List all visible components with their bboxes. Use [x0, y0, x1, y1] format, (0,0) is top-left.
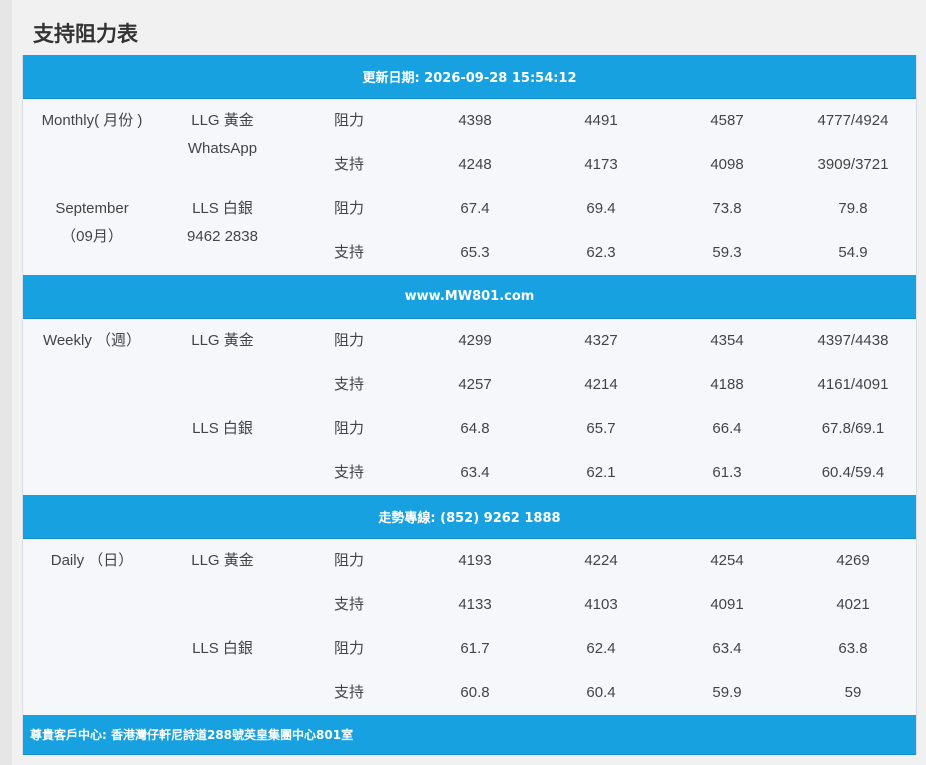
- table-row: 阻力 4193 4224 4254 4269: [23, 539, 916, 583]
- level-value: 4173: [584, 156, 618, 173]
- level-type: 支持: [333, 464, 364, 481]
- level-value: 3909/3721: [817, 156, 889, 173]
- level-value: 59.9: [712, 684, 742, 701]
- table-row: 阻力 64.8 65.7 66.4 67.8/69.1: [23, 407, 916, 451]
- level-value: 61.3: [712, 464, 742, 481]
- level-value: 4327: [584, 332, 618, 349]
- level-value: 54.9: [838, 244, 868, 261]
- level-value: 4269: [836, 552, 870, 569]
- level-type: 支持: [333, 156, 364, 173]
- table-row: 支持 4248 4173 4098 3909/3721: [23, 143, 916, 187]
- level-type: 支持: [333, 244, 364, 261]
- level-type: 阻力: [333, 112, 364, 129]
- support-resistance-table: 更新日期: 2026-09-28 15:54:12 Monthly( 月份 ) …: [22, 55, 917, 755]
- monthly-section: Monthly( 月份 ) LLG 黃金 WhatsApp September …: [23, 99, 916, 275]
- level-type: 阻力: [333, 640, 364, 657]
- level-value: 4257: [458, 376, 492, 393]
- level-value: 4254: [710, 552, 744, 569]
- level-value: 60.4/59.4: [821, 464, 885, 481]
- weekly-section: Weekly （週） LLG 黃金 LLS 白銀 阻力 4299 4327 43…: [23, 319, 916, 495]
- level-type: 支持: [333, 596, 364, 613]
- table-row: 支持 63.4 62.1 61.3 60.4/59.4: [23, 451, 916, 495]
- level-value: 4133: [458, 596, 492, 613]
- level-value: 67.8/69.1: [821, 420, 885, 437]
- level-value: 4224: [584, 552, 618, 569]
- level-value: 66.4: [712, 420, 742, 437]
- level-type: 支持: [333, 376, 364, 393]
- level-value: 4091: [710, 596, 744, 613]
- level-value: 4021: [836, 596, 870, 613]
- level-value: 63.8: [838, 640, 868, 657]
- level-value: 59.3: [712, 244, 742, 261]
- level-value: 61.7: [460, 640, 490, 657]
- level-value: 67.4: [460, 200, 490, 217]
- level-value: 62.3: [586, 244, 616, 261]
- level-value: 64.8: [460, 420, 490, 437]
- table-row: 阻力 61.7 62.4 63.4 63.8: [23, 627, 916, 671]
- level-value: 4354: [710, 332, 744, 349]
- level-value: 4098: [710, 156, 744, 173]
- level-value: 60.8: [460, 684, 490, 701]
- level-value: 69.4: [586, 200, 616, 217]
- table-row: 支持 65.3 62.3 59.3 54.9: [23, 231, 916, 275]
- daily-section: Daily （日） LLG 黃金 LLS 白銀 阻力 4193 4224 425…: [23, 539, 916, 715]
- table-row: 支持 4257 4214 4188 4161/4091: [23, 363, 916, 407]
- level-value: 4214: [584, 376, 618, 393]
- level-value: 59: [844, 684, 862, 701]
- level-value: 4299: [458, 332, 492, 349]
- level-value: 4103: [584, 596, 618, 613]
- level-type: 阻力: [333, 420, 364, 437]
- level-type: 阻力: [333, 200, 364, 217]
- level-type: 阻力: [333, 552, 364, 569]
- level-value: 4491: [584, 112, 618, 129]
- level-value: 4397/4438: [817, 332, 889, 349]
- level-value: 65.7: [586, 420, 616, 437]
- level-value: 4248: [458, 156, 492, 173]
- table-row: 阻力 4398 4491 4587 4777/4924: [23, 99, 916, 143]
- table-row: 支持 4133 4103 4091 4021: [23, 583, 916, 627]
- level-value: 62.4: [586, 640, 616, 657]
- level-value: 65.3: [460, 244, 490, 261]
- level-value: 4161/4091: [817, 376, 889, 393]
- table-row: 阻力 4299 4327 4354 4397/4438: [23, 319, 916, 363]
- level-type: 支持: [333, 684, 364, 701]
- footer-banner: 尊貴客戶中心: 香港灣仔軒尼詩道288號英皇集團中心801室: [23, 715, 916, 755]
- level-type: 阻力: [333, 332, 364, 349]
- level-value: 4193: [458, 552, 492, 569]
- level-value: 79.8: [838, 200, 868, 217]
- level-value: 4398: [458, 112, 492, 129]
- level-value: 63.4: [460, 464, 490, 481]
- table-row: 阻力 67.4 69.4 73.8 79.8: [23, 187, 916, 231]
- updated-banner: 更新日期: 2026-09-28 15:54:12: [23, 55, 916, 99]
- level-value: 4777/4924: [817, 112, 889, 129]
- level-value: 62.1: [586, 464, 616, 481]
- level-value: 4587: [710, 112, 744, 129]
- level-value: 60.4: [586, 684, 616, 701]
- website-banner[interactable]: www.MW801.com: [23, 275, 916, 319]
- hotline-banner: 走勢專線: (852) 9262 1888: [23, 495, 916, 539]
- page-title: 支持阻力表: [33, 22, 138, 46]
- table-row: 支持 60.8 60.4 59.9 59: [23, 671, 916, 715]
- level-value: 4188: [710, 376, 744, 393]
- level-value: 73.8: [712, 200, 742, 217]
- level-value: 63.4: [712, 640, 742, 657]
